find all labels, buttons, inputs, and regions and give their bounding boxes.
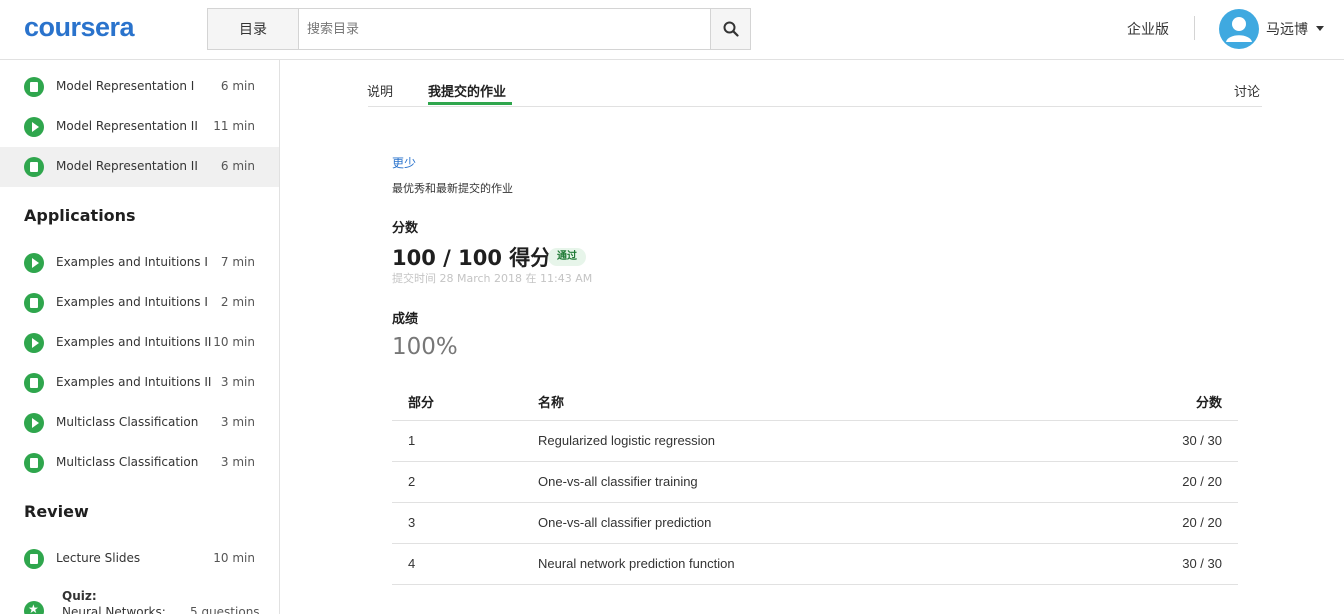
part-score: 30 / 30 bbox=[1182, 433, 1222, 448]
sidebar-item-active[interactable]: Model Representation II 6 min bbox=[0, 147, 279, 187]
search-input[interactable] bbox=[299, 9, 710, 49]
table-row: 1 Regularized logistic regression 30 / 3… bbox=[392, 421, 1238, 462]
part-number: 2 bbox=[408, 474, 416, 489]
sidebar-item-duration: 6 min bbox=[220, 159, 255, 173]
play-icon bbox=[24, 413, 44, 433]
score-label: 分数 bbox=[392, 221, 419, 236]
sidebar-item-duration: 2 min bbox=[220, 295, 255, 309]
sidebar-item-label: Examples and Intuitions I bbox=[56, 255, 208, 269]
show-less-link[interactable]: 更少 bbox=[392, 154, 416, 171]
sidebar-item-label: Examples and Intuitions II bbox=[56, 335, 212, 349]
quiz-name: Neural Networks: bbox=[62, 605, 166, 614]
section-title-applications: Applications bbox=[24, 206, 136, 225]
play-icon bbox=[24, 253, 44, 273]
search-icon bbox=[723, 21, 739, 37]
sidebar-item[interactable]: Multiclass Classification 3 min bbox=[0, 443, 279, 483]
sidebar-item-label: Lecture Slides bbox=[56, 551, 141, 565]
sidebar-item-label: Examples and Intuitions I bbox=[56, 295, 208, 309]
sidebar-item-label: Model Representation II bbox=[56, 119, 198, 133]
part-name: Regularized logistic regression bbox=[538, 433, 716, 448]
sidebar-item-duration: 11 min bbox=[213, 119, 255, 133]
username-menu[interactable]: 马远博 bbox=[1266, 19, 1308, 39]
sidebar-item[interactable]: Lecture Slides 10 min bbox=[0, 539, 279, 579]
part-score: 20 / 20 bbox=[1182, 515, 1222, 530]
play-icon bbox=[24, 333, 44, 353]
tab-instructions[interactable]: 说明 bbox=[367, 81, 393, 100]
grade-label: 成绩 bbox=[392, 312, 419, 327]
document-icon bbox=[24, 157, 44, 177]
sidebar-item[interactable]: Model Representation II 11 min bbox=[0, 107, 279, 147]
part-score: 30 / 30 bbox=[1182, 556, 1222, 571]
avatar[interactable] bbox=[1219, 9, 1259, 49]
part-score: 20 / 20 bbox=[1182, 474, 1222, 489]
status-badge: 通过 bbox=[548, 248, 586, 266]
sidebar-item-duration: 6 min bbox=[220, 79, 255, 93]
search-button[interactable] bbox=[710, 9, 750, 49]
sidebar-item[interactable]: Model Representation I 6 min bbox=[0, 67, 279, 107]
sidebar-item-label: Model Representation I bbox=[56, 79, 195, 93]
part-name: Neural network prediction function bbox=[538, 556, 735, 571]
quiz-label: Quiz: bbox=[62, 589, 97, 603]
catalog-button[interactable]: 目录 bbox=[208, 9, 299, 49]
sidebar-item[interactable]: Multiclass Classification 3 min bbox=[0, 403, 279, 443]
sidebar-item-label: Examples and Intuitions II bbox=[56, 375, 212, 389]
sidebar-item-duration: 10 min bbox=[213, 335, 255, 349]
sidebar-item-duration: 10 min bbox=[213, 551, 255, 565]
part-number: 3 bbox=[408, 515, 416, 530]
search-bar: 目录 bbox=[207, 8, 751, 50]
tab-discussions[interactable]: 讨论 bbox=[1234, 81, 1260, 100]
header-divider bbox=[1194, 16, 1195, 40]
star-icon bbox=[24, 601, 44, 614]
sidebar-item[interactable]: Examples and Intuitions I 2 min bbox=[0, 283, 279, 323]
table-row: 4 Neural network prediction function 30 … bbox=[392, 544, 1238, 585]
document-icon bbox=[24, 293, 44, 313]
score-value: 100 / 100 得分 bbox=[392, 246, 552, 270]
column-header-name: 名称 bbox=[538, 396, 565, 411]
document-icon bbox=[24, 453, 44, 473]
grade-value: 100% bbox=[392, 334, 458, 360]
part-name: One-vs-all classifier prediction bbox=[538, 515, 712, 530]
course-sidebar: Model Representation I 6 min Model Repre… bbox=[0, 60, 280, 614]
chevron-down-icon[interactable] bbox=[1316, 26, 1324, 31]
top-header: coursera 目录 企业版 马远博 bbox=[0, 0, 1344, 60]
table-header-row: 部分 名称 分数 bbox=[392, 380, 1238, 421]
sidebar-item-duration: 3 min bbox=[220, 375, 255, 389]
play-icon bbox=[24, 117, 44, 137]
table-row: 3 One-vs-all classifier prediction 20 / … bbox=[392, 503, 1238, 544]
coursera-logo[interactable]: coursera bbox=[24, 12, 135, 43]
tab-my-submission[interactable]: 我提交的作业 bbox=[428, 81, 506, 100]
sidebar-item-label: Multiclass Classification bbox=[56, 455, 199, 469]
part-name: One-vs-all classifier training bbox=[538, 474, 698, 489]
parts-table: 部分 名称 分数 1 Regularized logistic regressi… bbox=[392, 380, 1238, 585]
tabs-divider bbox=[368, 106, 1262, 107]
sidebar-item[interactable]: Examples and Intuitions I 7 min bbox=[0, 243, 279, 283]
sidebar-item-label: Model Representation II bbox=[56, 159, 198, 173]
section-title-review: Review bbox=[24, 502, 89, 521]
column-header-part: 部分 bbox=[408, 396, 435, 411]
user-icon bbox=[1226, 17, 1252, 42]
sidebar-item[interactable]: Examples and Intuitions II 10 min bbox=[0, 323, 279, 363]
column-header-score: 分数 bbox=[1195, 396, 1222, 411]
part-number: 4 bbox=[408, 556, 416, 571]
submitted-timestamp: 提交时间 28 March 2018 在 11:43 AM bbox=[392, 272, 593, 285]
sidebar-item-duration: 7 min bbox=[220, 255, 255, 269]
active-tab-indicator bbox=[428, 102, 512, 105]
part-number: 1 bbox=[408, 433, 416, 448]
sidebar-item-label: Multiclass Classification bbox=[56, 415, 199, 429]
sidebar-item-duration: 3 min bbox=[220, 415, 255, 429]
table-row: 2 One-vs-all classifier training 20 / 20 bbox=[392, 462, 1238, 503]
document-icon bbox=[24, 77, 44, 97]
document-icon bbox=[24, 549, 44, 569]
document-icon bbox=[24, 373, 44, 393]
quiz-duration: 5 questions bbox=[190, 605, 260, 614]
enterprise-link[interactable]: 企业版 bbox=[1127, 19, 1169, 39]
submission-description: 最优秀和最新提交的作业 bbox=[392, 182, 513, 195]
sidebar-item[interactable]: Examples and Intuitions II 3 min bbox=[0, 363, 279, 403]
sidebar-item-duration: 3 min bbox=[220, 455, 255, 469]
